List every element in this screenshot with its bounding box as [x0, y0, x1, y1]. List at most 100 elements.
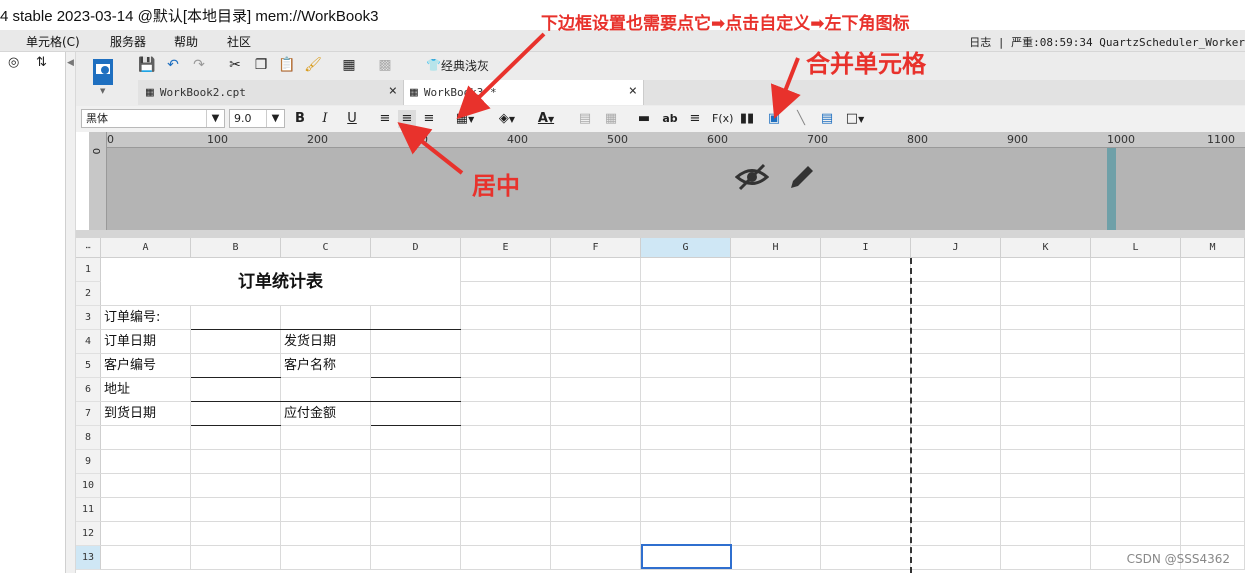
undo-icon[interactable]: ↶: [164, 56, 182, 74]
grid-cell[interactable]: [191, 522, 281, 546]
border-button[interactable]: ▦▼: [451, 110, 479, 128]
grid-cell[interactable]: [731, 498, 821, 522]
grid-cell[interactable]: [1091, 474, 1181, 498]
grid-cell[interactable]: [1001, 378, 1091, 402]
grid-cell[interactable]: [461, 282, 551, 306]
column-header[interactable]: I: [821, 238, 911, 258]
grid-cell[interactable]: [821, 498, 911, 522]
grid-cell[interactable]: [371, 306, 461, 330]
grid-cell[interactable]: [911, 330, 1001, 354]
grid-cell[interactable]: [641, 306, 731, 330]
grid-cell[interactable]: [1091, 354, 1181, 378]
grid-cell[interactable]: [1181, 258, 1245, 282]
grid-cell[interactable]: [641, 330, 731, 354]
grid-cell[interactable]: [371, 402, 461, 426]
grid-cell[interactable]: [191, 378, 281, 402]
grid-cell[interactable]: [821, 354, 911, 378]
grid-cell[interactable]: [641, 522, 731, 546]
save-icon[interactable]: 💾: [138, 56, 156, 74]
grid-cell[interactable]: [551, 306, 641, 330]
grid-cell[interactable]: [911, 378, 1001, 402]
grid-cell[interactable]: [551, 354, 641, 378]
grid-cell[interactable]: [911, 282, 1001, 306]
row-header[interactable]: 8: [76, 426, 101, 450]
grid-cell[interactable]: [821, 522, 911, 546]
grid-cell[interactable]: [731, 546, 821, 570]
row-header[interactable]: 2: [76, 282, 101, 306]
row-header[interactable]: 13: [76, 546, 101, 570]
column-header[interactable]: G: [641, 238, 731, 258]
tab-workbook2[interactable]: ▦ WorkBook2.cpt ×: [138, 80, 404, 105]
paste-icon[interactable]: 📋: [278, 56, 296, 74]
grid-cell[interactable]: [821, 450, 911, 474]
grid-cell[interactable]: [821, 546, 911, 570]
italic-button[interactable]: I: [316, 110, 334, 128]
grid-cell[interactable]: [731, 258, 821, 282]
grid-cell[interactable]: [101, 450, 191, 474]
column-header[interactable]: D: [371, 238, 461, 258]
grid-cell[interactable]: [1091, 522, 1181, 546]
grid-cell[interactable]: [731, 330, 821, 354]
grid-cell[interactable]: [1181, 450, 1245, 474]
grid-cell[interactable]: [911, 426, 1001, 450]
row-header[interactable]: 12: [76, 522, 101, 546]
grid-cell[interactable]: [461, 522, 551, 546]
column-header[interactable]: C: [281, 238, 371, 258]
close-icon[interactable]: ×: [389, 83, 397, 99]
column-header[interactable]: L: [1091, 238, 1181, 258]
grid-cell[interactable]: [1181, 378, 1245, 402]
grid-cell[interactable]: [371, 330, 461, 354]
grid-cell[interactable]: [1091, 498, 1181, 522]
column-header[interactable]: F: [551, 238, 641, 258]
row-header[interactable]: 4: [76, 330, 101, 354]
grid-cell[interactable]: [461, 378, 551, 402]
grid-cell[interactable]: [731, 354, 821, 378]
row-header[interactable]: 10: [76, 474, 101, 498]
grid-cell[interactable]: [461, 354, 551, 378]
formula-icon[interactable]: F(x): [712, 110, 733, 128]
grid-cell[interactable]: [911, 522, 1001, 546]
cell-a5[interactable]: 客户编号: [101, 354, 191, 378]
grid-cell[interactable]: [191, 426, 281, 450]
column-header[interactable]: E: [461, 238, 551, 258]
grid-cell[interactable]: [1001, 474, 1091, 498]
font-color-button[interactable]: A▼: [531, 110, 561, 128]
column-header[interactable]: K: [1001, 238, 1091, 258]
grid-cell[interactable]: [1181, 306, 1245, 330]
grid-cell[interactable]: [1001, 258, 1091, 282]
grid-cell[interactable]: [821, 258, 911, 282]
line-icon[interactable]: ▬: [635, 110, 653, 128]
grid-cell[interactable]: [191, 450, 281, 474]
grid-cell[interactable]: [731, 522, 821, 546]
pencil-icon[interactable]: [787, 162, 817, 192]
grid-cell[interactable]: [551, 450, 641, 474]
grid-cell[interactable]: [911, 354, 1001, 378]
menu-help[interactable]: 帮助: [174, 33, 198, 50]
copy-icon[interactable]: ❐: [252, 56, 270, 74]
grid-cell[interactable]: [911, 402, 1001, 426]
grid-cell[interactable]: [1001, 498, 1091, 522]
grid-cell[interactable]: [641, 450, 731, 474]
grid-cell[interactable]: [191, 402, 281, 426]
grid-cell[interactable]: [281, 546, 371, 570]
text-style-icon[interactable]: ab: [661, 110, 679, 128]
merge-cells-icon[interactable]: ▣: [765, 110, 783, 128]
cell-a6[interactable]: 地址: [101, 378, 191, 402]
row-header[interactable]: 6: [76, 378, 101, 402]
template-icon[interactable]: ▼: [88, 56, 118, 96]
column-header[interactable]: M: [1181, 238, 1245, 258]
grid-cell[interactable]: [1091, 258, 1181, 282]
grid-cell[interactable]: [281, 522, 371, 546]
grid-cell[interactable]: [101, 546, 191, 570]
grid-cell[interactable]: [461, 426, 551, 450]
grid-cell[interactable]: [821, 474, 911, 498]
row-header[interactable]: 7: [76, 402, 101, 426]
grid-cell[interactable]: [1001, 306, 1091, 330]
grid-cell[interactable]: [1091, 450, 1181, 474]
grid-cell[interactable]: [191, 306, 281, 330]
cell-c5[interactable]: 客户名称: [281, 354, 371, 378]
grid-cell[interactable]: [551, 378, 641, 402]
grid-cell[interactable]: [1001, 546, 1091, 570]
text-field-icon[interactable]: ▦: [340, 56, 358, 74]
grid-cell[interactable]: [821, 282, 911, 306]
